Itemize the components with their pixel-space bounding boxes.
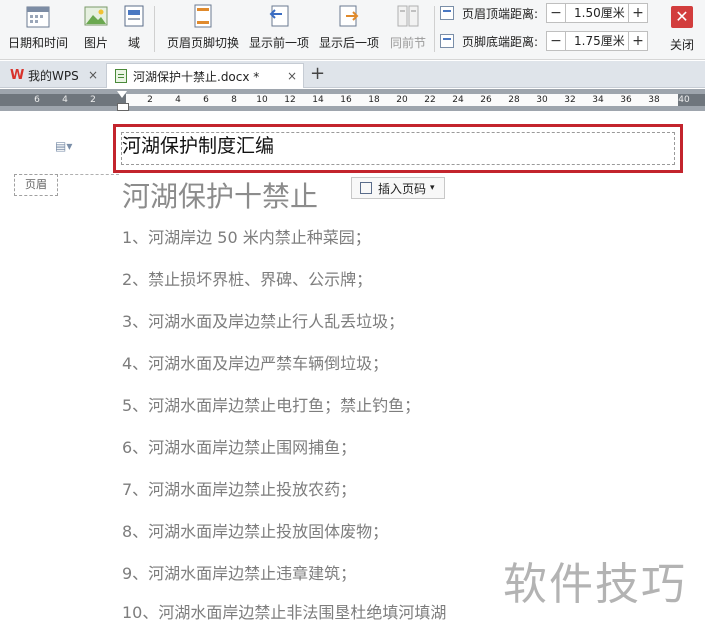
ruler-tick-label: 8 (231, 95, 237, 105)
show-prev-button[interactable]: 显示前一项 (246, 2, 312, 56)
document-title: 河湖保护十禁止 (122, 180, 319, 213)
list-item: 7、河湖水面岸边禁止投放农药； (122, 480, 357, 499)
tab-my-wps[interactable]: W 我的WPS × (2, 63, 104, 88)
ruler-tick-label: 14 (312, 95, 324, 105)
ruler-tick-label: 36 (620, 95, 632, 105)
prev-item-icon (265, 2, 293, 30)
date-time-button[interactable]: 日期和时间 (6, 2, 70, 56)
next-item-icon (335, 2, 363, 30)
field-button[interactable]: 域 (120, 2, 148, 56)
ruler-tick-label: 10 (256, 95, 268, 105)
page-number-icon (360, 182, 372, 194)
ruler-tick-label: 2 (147, 95, 153, 105)
list-item: 8、河湖水面岸边禁止投放固体废物； (122, 522, 389, 541)
link-section-icon (394, 2, 422, 30)
header-top-distance: 页眉顶端距离: − 1.50厘米 + (440, 2, 648, 24)
horizontal-ruler[interactable]: 6 4 2 2 4 6 8 10 12 14 16 18 20 22 24 26 28 30 32 34 36 38 40 (0, 89, 705, 111)
ruler-tick-label: 32 (564, 95, 576, 105)
list-item: 10、河湖水面岸边禁止非法围垦杜绝填河填湖 (122, 603, 447, 622)
chevron-down-icon: ▾ (430, 183, 435, 193)
header-footer-icon (189, 2, 217, 30)
ruler-tick-label: 6 (203, 95, 209, 105)
footer-bottom-input[interactable]: 1.75厘米 (566, 31, 628, 51)
new-tab-button[interactable]: + (310, 63, 325, 84)
watermark-text: 软件技巧 (503, 559, 687, 610)
ruler-tick-label: 38 (648, 95, 660, 105)
ribbon-toolbar: 日期和时间 图片 域 页眉页脚切换 显示前一项 显示后一项 同前节 页眉顶端距离… (0, 0, 705, 60)
ruler-tick-label: 16 (340, 95, 352, 105)
calendar-icon (24, 2, 52, 30)
footer-distance-icon (440, 34, 454, 48)
page-options-icon[interactable]: ▤▾ (55, 139, 72, 153)
document-tab-bar: W 我的WPS × 河湖保护十禁止.docx * × + (0, 61, 705, 88)
header-label: 页眉 (14, 174, 58, 196)
ruler-tick-label: 30 (536, 95, 548, 105)
header-top-input[interactable]: 1.50厘米 (566, 3, 628, 23)
close-header-footer-button[interactable]: ✕ 关闭 (662, 2, 702, 56)
list-item: 4、河湖水面及岸边严禁车辆倒垃圾； (122, 354, 389, 373)
list-item: 6、河湖水面岸边禁止围网捕鱼； (122, 438, 357, 457)
list-item: 1、河湖岸边 50 米内禁止种菜园； (122, 228, 371, 247)
ruler-tick-label: 40 (678, 95, 690, 105)
ruler-tick-label: 12 (284, 95, 296, 105)
toolbar-separator (154, 6, 155, 52)
document-page[interactable]: ▤▾ 页眉 河湖保护制度汇编 河湖保护十禁止 插入页码 ▾ 1、河湖岸边 50 … (0, 111, 705, 630)
header-text[interactable]: 河湖保护制度汇编 (122, 131, 274, 158)
ruler-tick-label: 24 (452, 95, 464, 105)
tab-close-icon[interactable]: × (287, 69, 297, 83)
field-icon (120, 2, 148, 30)
footer-bottom-distance: 页脚底端距离: − 1.75厘米 + (440, 30, 648, 52)
tab-document[interactable]: 河湖保护十禁止.docx * × (106, 63, 304, 88)
ruler-tick-label: 4 (175, 95, 181, 105)
footer-bottom-label: 页脚底端距离: (462, 34, 539, 49)
picture-icon (82, 2, 110, 30)
ruler-tick-label: 20 (396, 95, 408, 105)
ruler-tick-label: 4 (62, 95, 68, 105)
wps-logo-icon: W (10, 67, 25, 83)
header-footer-switch-button[interactable]: 页眉页脚切换 (164, 2, 242, 56)
show-next-button[interactable]: 显示后一项 (316, 2, 382, 56)
header-top-decrease-button[interactable]: − (546, 3, 566, 23)
list-item: 3、河湖水面及岸边禁止行人乱丢垃圾； (122, 312, 405, 331)
close-icon: ✕ (671, 6, 693, 28)
header-highlight-box: 河湖保护制度汇编 (113, 124, 683, 173)
ruler-tick-label: 6 (34, 95, 40, 105)
list-item: 9、河湖水面岸边禁止违章建筑； (122, 564, 357, 583)
ruler-tick-label: 18 (368, 95, 380, 105)
same-as-prev-button[interactable]: 同前节 (386, 2, 430, 56)
picture-button[interactable]: 图片 (76, 2, 116, 56)
list-item: 2、禁止损坏界桩、界碑、公示牌； (122, 270, 373, 289)
ruler-tick-label: 2 (90, 95, 96, 105)
tab-close-icon[interactable]: × (88, 68, 98, 82)
ruler-tick-label: 28 (508, 95, 520, 105)
footer-bottom-increase-button[interactable]: + (628, 31, 648, 51)
document-icon (115, 69, 127, 83)
ruler-tick-label: 34 (592, 95, 604, 105)
header-top-increase-button[interactable]: + (628, 3, 648, 23)
header-distance-icon (440, 6, 454, 20)
ruler-tick-label: 22 (424, 95, 436, 105)
indent-marker[interactable] (117, 91, 129, 111)
list-item: 5、河湖水面岸边禁止电打鱼；禁止钓鱼； (122, 396, 421, 415)
footer-bottom-decrease-button[interactable]: − (546, 31, 566, 51)
insert-page-number-button[interactable]: 插入页码 ▾ (351, 177, 445, 199)
toolbar-separator (434, 6, 435, 52)
ruler-tick-label: 26 (480, 95, 492, 105)
header-top-label: 页眉顶端距离: (462, 6, 539, 21)
